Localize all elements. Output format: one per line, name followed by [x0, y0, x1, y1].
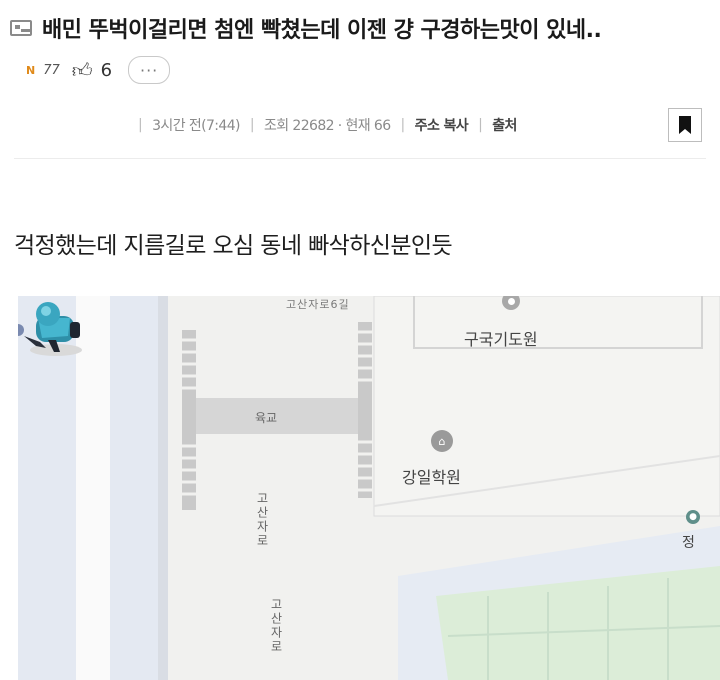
post-views: 조회 22682 · 현재 66 [264, 118, 391, 134]
post-stats: N 77 👍︎ 6 ··· [26, 54, 171, 86]
bookmark-button[interactable] [668, 108, 702, 142]
post-meta: | 3시간 전(7:44) | 조회 22682 · 현재 66 | 주소 복사… [138, 115, 517, 135]
map-label-academy: 강일학원 [402, 468, 461, 487]
source-link[interactable]: 출처 [492, 115, 517, 135]
map-label-bridge: 육교 [255, 411, 278, 425]
map-label-road-top: 고산자로6길 [286, 298, 350, 311]
bookmark-icon [679, 116, 691, 134]
divider [14, 158, 706, 159]
like-count: 6 [100, 59, 113, 81]
new-badge: N [26, 63, 36, 77]
post-body-text: 걱정했는데 지름길로 오심 동네 빠삭하신분인듯 [14, 233, 453, 259]
post-time: 3시간 전(7:44) [152, 118, 240, 134]
image-icon [10, 20, 32, 36]
map-edge-icon: ● [686, 510, 700, 524]
school-icon: ⌂ [431, 430, 453, 452]
view-count-short: 77 [43, 62, 60, 78]
delivery-rider-icon [24, 302, 82, 356]
post-title-row: 배민 뚜벅이걸리면 첨엔 빡쳤는데 이젠 걍 구경하는맛이 있네.. [10, 10, 710, 46]
map-image: 고산자로6길 구국기도원 육교 ⌂ 강일학원 고산자로 고산자로 ● 정 [18, 296, 720, 680]
more-options-button[interactable]: ··· [128, 56, 171, 84]
copy-address-link[interactable]: 주소 복사 [415, 115, 469, 135]
thumbs-up-icon[interactable]: 👍︎ [72, 58, 93, 83]
post-title: 배민 뚜벅이걸리면 첨엔 빡쳤는데 이젠 걍 구경하는맛이 있네.. [42, 18, 602, 43]
map-label-edge: 정 [682, 535, 695, 551]
map-label-poi: 구국기도원 [464, 330, 538, 349]
map-label-road-mid: 고산자로 [255, 492, 269, 548]
map-label-road-bottom: 고산자로 [269, 598, 283, 654]
map-background [18, 296, 720, 680]
